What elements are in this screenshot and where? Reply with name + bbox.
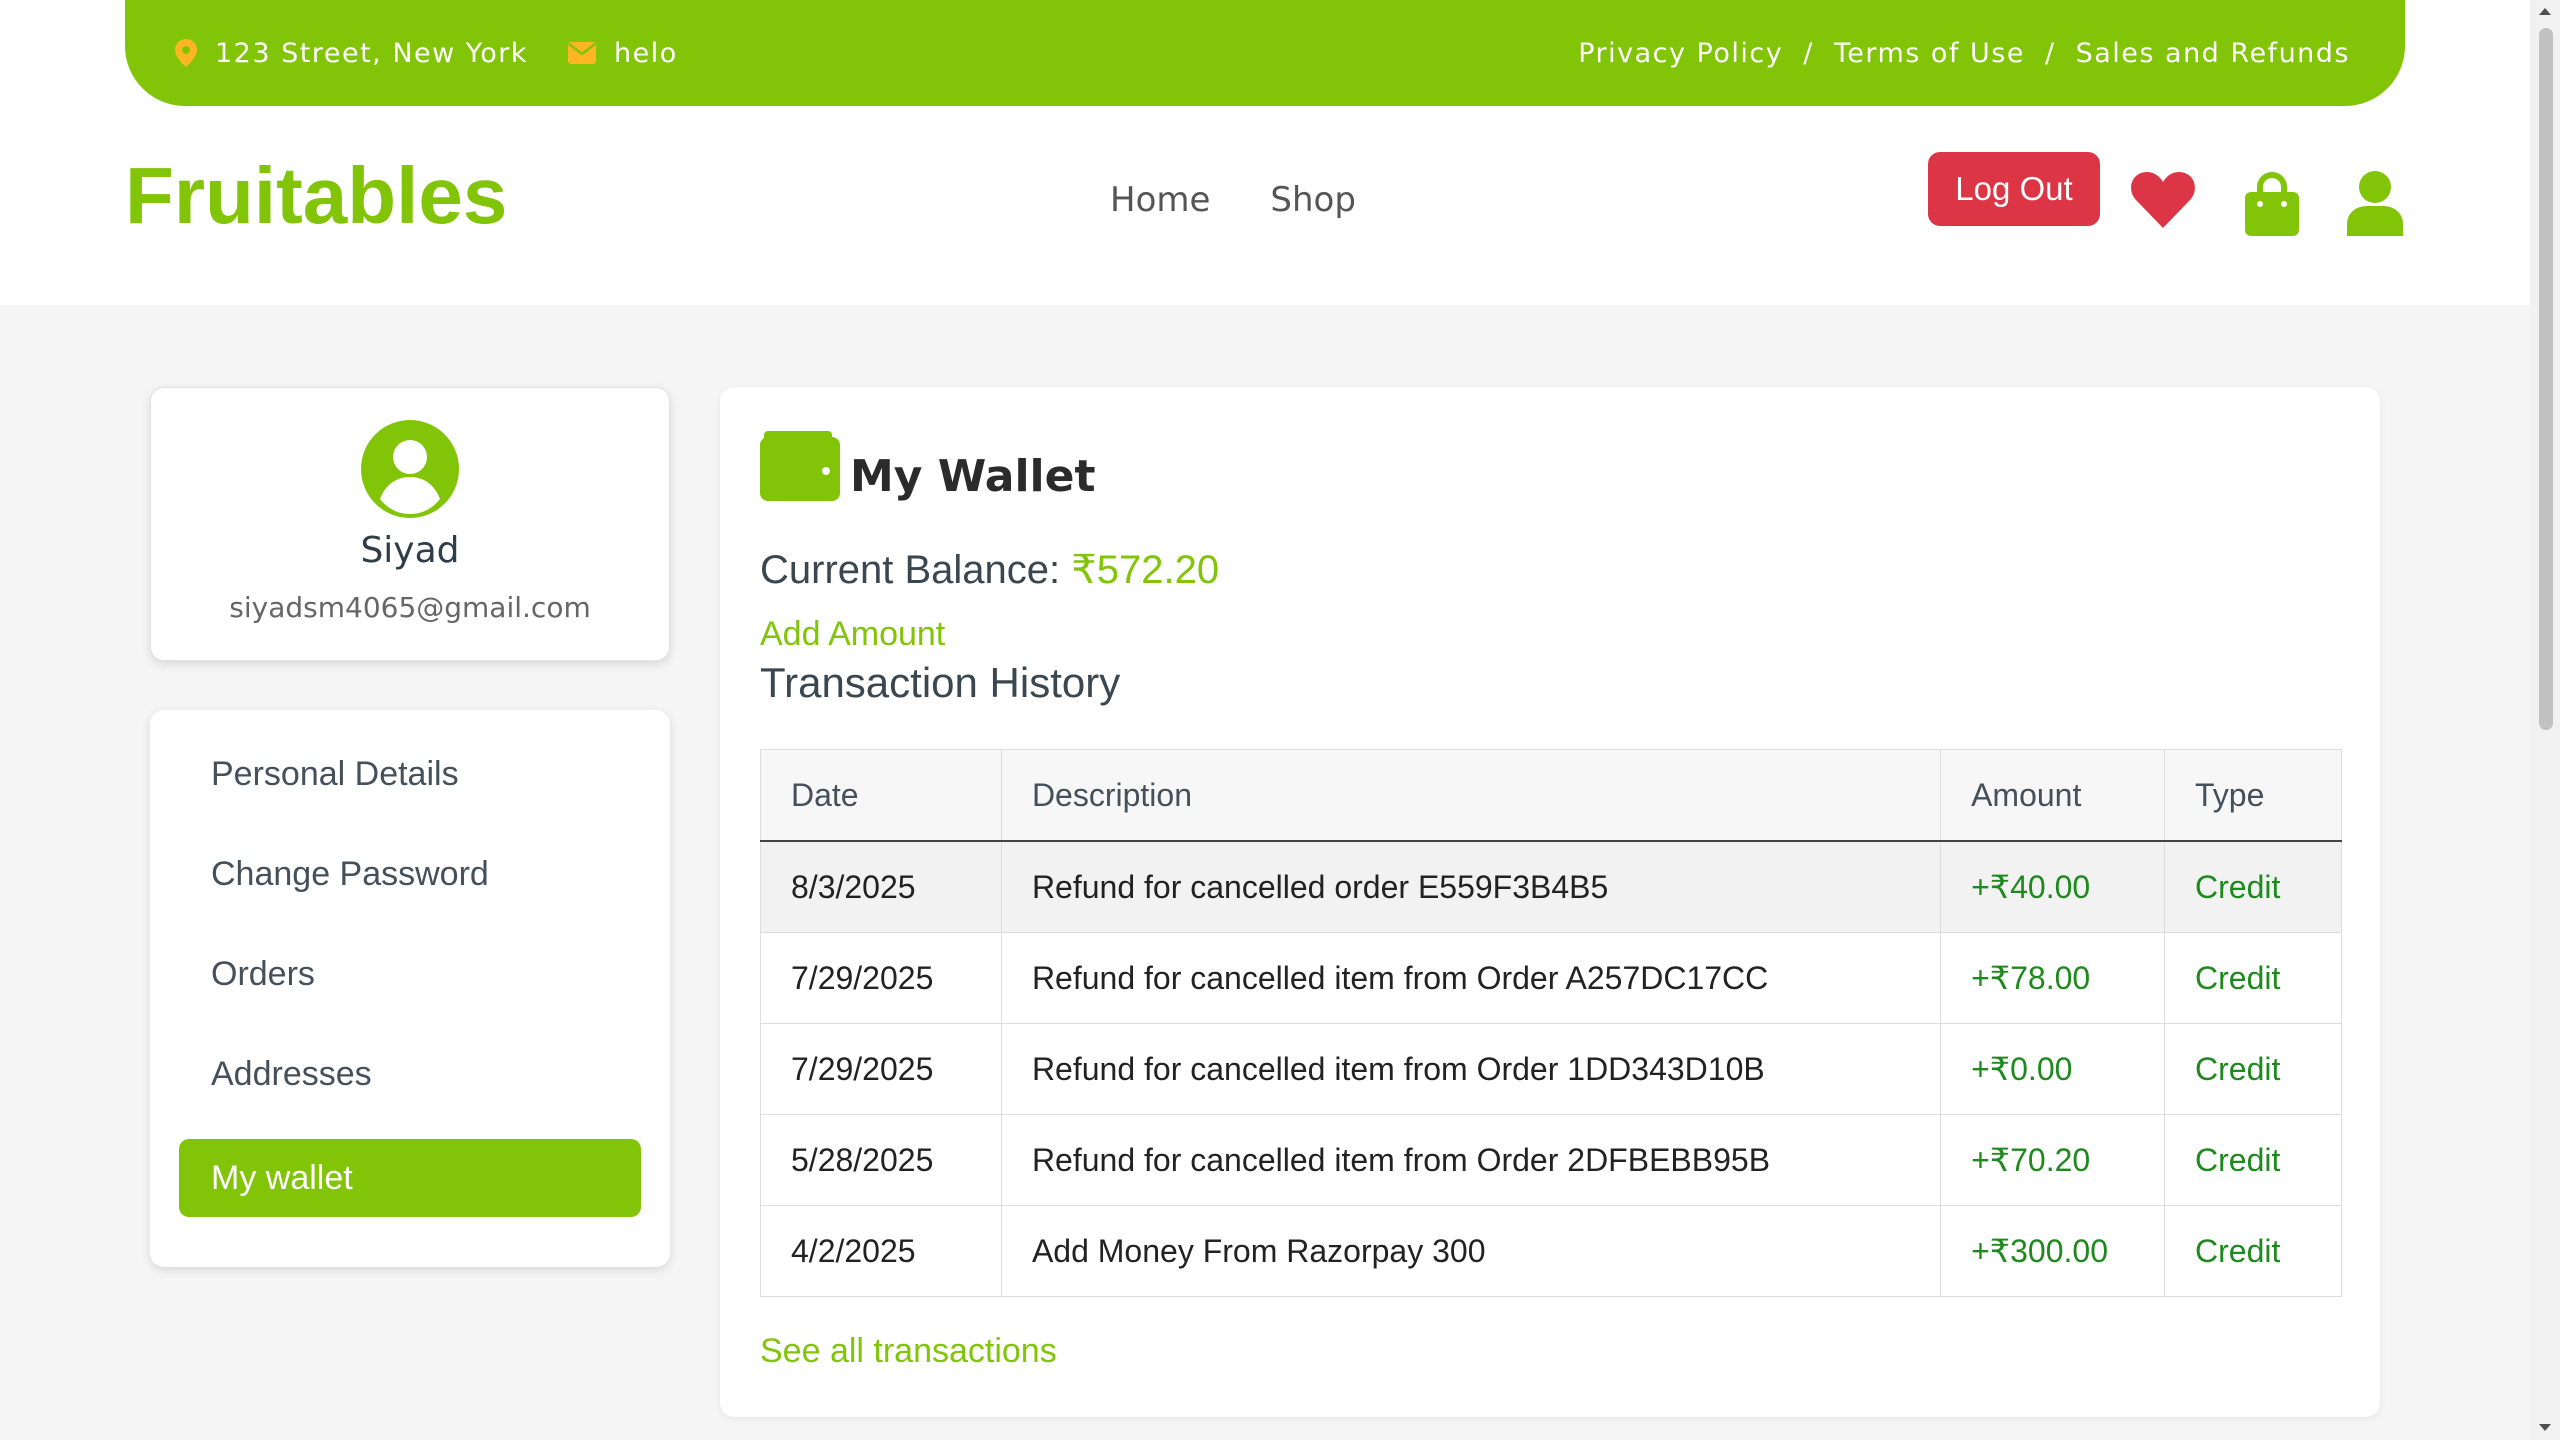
nav-home[interactable]: Home [1110,180,1210,220]
cell-description: Refund for cancelled item from Order 1DD… [1000,1023,1942,1115]
cell-date: 7/29/2025 [760,932,1002,1024]
table-row: 7/29/2025 Refund for cancelled item from… [760,1023,2342,1115]
wallet-icon [760,431,840,501]
balance-label: Current Balance: [760,548,1061,592]
menu-item-addresses[interactable]: Addresses [211,1055,372,1094]
cell-amount: +₹40.00 [1940,840,2166,933]
user-icon[interactable] [2345,170,2405,236]
transaction-table: Date Description Amount Type 8/3/2025 Re… [760,749,2342,1297]
menu-item-orders[interactable]: Orders [211,955,315,994]
cell-description: Add Money From Razorpay 300 [1000,1205,1942,1297]
column-header-amount: Amount [1940,749,2166,842]
cell-amount: +₹78.00 [1940,932,2166,1024]
cell-type: Credit [2164,1205,2342,1297]
cell-amount: +₹300.00 [1940,1205,2166,1297]
scrollbar-thumb[interactable] [2539,28,2553,730]
nav-shop[interactable]: Shop [1270,180,1356,220]
user-circle-icon [361,420,459,518]
wallet-title: My Wallet [850,451,1096,502]
cell-amount: +₹0.00 [1940,1023,2166,1115]
account-menu: Personal Details Change Password Orders … [150,710,670,1267]
profile-card: Siyad siyadsm4065@gmail.com [150,387,670,661]
cell-type: Credit [2164,840,2342,933]
table-row: 4/2/2025 Add Money From Razorpay 300 +₹3… [760,1205,2342,1297]
cell-type: Credit [2164,932,2342,1024]
email-text: helo [613,37,678,69]
terms-of-use-link[interactable]: Terms of Use [1834,38,2025,69]
email-info: helo [567,37,678,69]
add-amount-link[interactable]: Add Amount [760,615,945,654]
address-info: 123 Street, New York [175,38,528,69]
heart-icon[interactable] [2130,170,2196,230]
brand-logo[interactable]: Fruitables [125,150,507,242]
shopping-bag-icon[interactable] [2243,172,2301,238]
column-header-description: Description [1000,749,1942,842]
privacy-policy-link[interactable]: Privacy Policy [1578,38,1783,69]
menu-item-change-password[interactable]: Change Password [211,855,489,894]
cell-date: 4/2/2025 [760,1205,1002,1297]
main-nav: Home Shop [1110,180,1356,220]
balance-value: ₹572.20 [1071,548,1220,592]
cell-description: Refund for cancelled item from Order 2DF… [1000,1114,1942,1206]
cell-date: 5/28/2025 [760,1114,1002,1206]
table-row: 5/28/2025 Refund for cancelled item from… [760,1114,2342,1206]
envelope-icon [567,42,596,64]
table-header-row: Date Description Amount Type [760,749,2342,842]
column-header-type: Type [2164,749,2342,842]
current-balance: Current Balance: ₹572.20 [760,547,1219,593]
page-scrollbar[interactable] [2530,0,2560,1440]
cell-description: Refund for cancelled order E559F3B4B5 [1000,840,1942,933]
link-separator: / [2044,37,2056,69]
map-pin-icon [175,39,197,67]
cell-amount: +₹70.20 [1940,1114,2166,1206]
logout-button[interactable]: Log Out [1928,152,2100,226]
menu-item-my-wallet[interactable]: My wallet [179,1139,641,1217]
profile-email: siyadsm4065@gmail.com [229,591,591,624]
cell-type: Credit [2164,1114,2342,1206]
cell-type: Credit [2164,1023,2342,1115]
cell-date: 8/3/2025 [760,840,1002,933]
cell-description: Refund for cancelled item from Order A25… [1000,932,1942,1024]
wallet-panel: My Wallet Current Balance: ₹572.20 Add A… [720,387,2380,1417]
address-text: 123 Street, New York [215,37,528,69]
top-info-bar: 123 Street, New York helo Privacy Policy… [125,0,2405,106]
menu-item-personal-details[interactable]: Personal Details [211,755,459,794]
column-header-date: Date [760,749,1002,842]
link-separator: / [1803,37,1814,69]
scroll-up-arrow-icon[interactable] [2539,8,2551,15]
see-all-transactions-link[interactable]: See all transactions [760,1332,1057,1371]
cell-date: 7/29/2025 [760,1023,1002,1115]
sales-refunds-link[interactable]: Sales and Refunds [2076,38,2350,69]
scroll-down-arrow-icon[interactable] [2539,1424,2551,1431]
table-row: 8/3/2025 Refund for cancelled order E559… [760,840,2342,933]
table-row: 7/29/2025 Refund for cancelled item from… [760,932,2342,1024]
transaction-history-title: Transaction History [760,659,1121,706]
profile-name: Siyad [360,530,460,571]
